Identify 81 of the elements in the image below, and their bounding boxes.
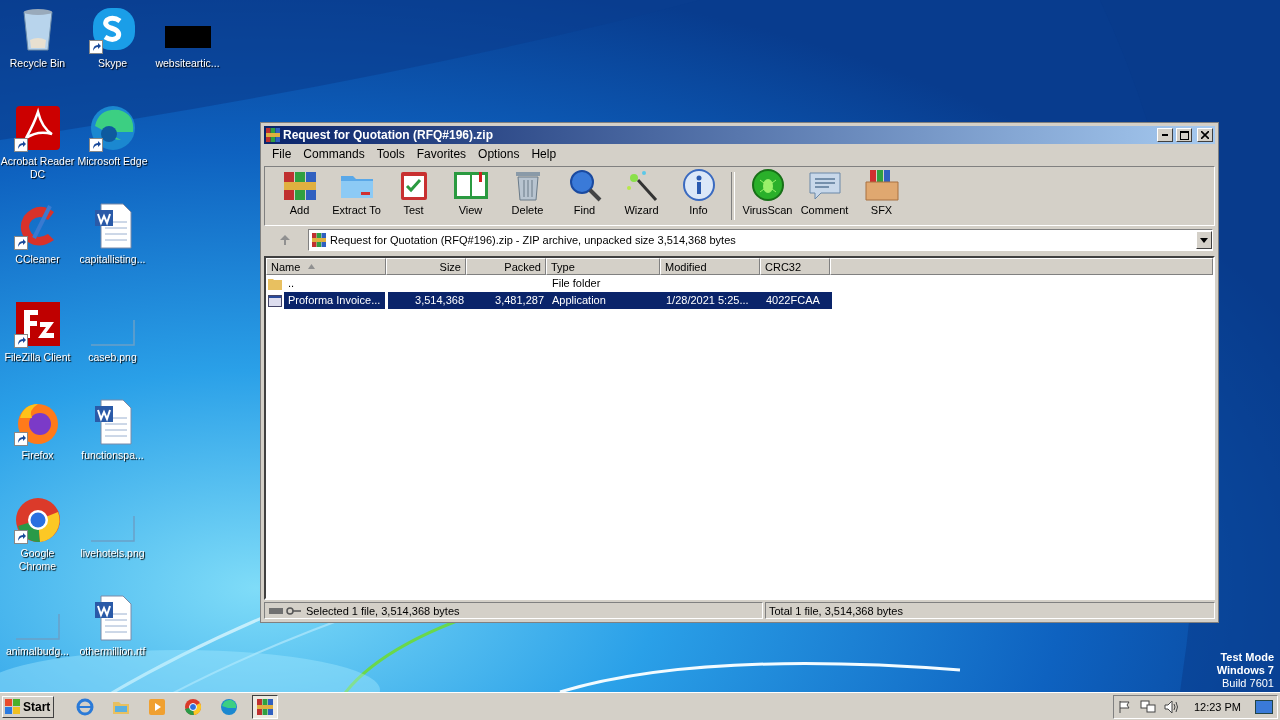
maximize-button[interactable] — [1176, 128, 1192, 142]
toolbar-button[interactable]: Delete — [499, 168, 556, 224]
media-player-icon — [148, 697, 166, 716]
status-text: Total 1 file, 3,514,368 bytes — [769, 604, 903, 617]
drive-key-icon — [268, 605, 302, 616]
os-notice-text: Build 7601 — [1222, 677, 1274, 690]
desktop-icon-label[interactable]: Microsoft Edge — [77, 155, 148, 168]
column-header[interactable]: Name — [266, 258, 386, 275]
file-name-cell[interactable]: Proforma Invoice... — [284, 292, 385, 309]
minimize-button[interactable] — [1157, 128, 1173, 142]
blank-image-icon — [15, 614, 60, 640]
menu-item[interactable]: Tools — [370, 147, 411, 161]
toolbar-button[interactable]: Test — [385, 168, 442, 224]
winrar-icon — [266, 128, 280, 142]
desktop-icon-label[interactable]: CCleaner — [15, 253, 60, 266]
table-cell: Application — [548, 292, 662, 309]
box-icon — [863, 168, 900, 202]
toolbar-button[interactable]: Info — [670, 168, 727, 224]
windows-logo-icon — [5, 698, 21, 715]
bug-icon — [749, 168, 786, 202]
close-button[interactable] — [1197, 128, 1213, 142]
edge-icon — [88, 104, 137, 152]
desktop-icon-label[interactable]: Recycle Bin — [9, 57, 66, 70]
table-cell: 3,514,368 — [388, 292, 468, 309]
minimize-icon — [1162, 134, 1168, 136]
winrar-icon — [312, 233, 326, 247]
toolbar-button[interactable]: Add — [271, 168, 328, 224]
menu-item[interactable]: File — [266, 147, 298, 161]
table-cell-text: File folder — [551, 276, 602, 291]
clock-text[interactable]: 12:23 PM — [1193, 700, 1241, 713]
menu-item[interactable]: Options — [472, 147, 526, 161]
table-cell: 1/28/2021 5:25... — [662, 292, 762, 309]
maximize-icon — [1179, 130, 1189, 140]
toolbar-button[interactable]: View — [442, 168, 499, 224]
column-header[interactable]: Type — [546, 258, 660, 275]
show-desktop-icon[interactable] — [1255, 699, 1273, 714]
toolbar-button[interactable]: VirusScan — [739, 168, 796, 224]
desktop-icon-label[interactable]: capitallisting... — [79, 253, 146, 266]
toolbar-button[interactable]: Comment — [796, 168, 853, 224]
desktop-icon-label[interactable]: Acrobat Reader DC — [0, 155, 75, 181]
window-title: Request for Quotation (RFQ#196).zip — [283, 128, 494, 142]
chrome-icon — [13, 496, 62, 544]
column-header[interactable]: Modified — [660, 258, 760, 275]
caret-icon — [1200, 237, 1208, 243]
winrar-icon — [256, 697, 274, 716]
file-name-cell[interactable]: .. — [284, 275, 385, 292]
chrome-icon — [184, 697, 202, 716]
redacted-thumbnail-icon — [164, 26, 211, 48]
menu-item[interactable]: Favorites — [410, 147, 473, 161]
close-icon — [1201, 131, 1209, 139]
network-icon[interactable] — [1139, 699, 1156, 714]
column-header[interactable]: Size — [386, 258, 466, 275]
status-text: Selected 1 file, 3,514,368 bytes — [306, 604, 460, 617]
blank-image-icon — [90, 516, 135, 542]
edge-icon — [220, 697, 238, 716]
toolbar-button[interactable]: SFX — [853, 168, 910, 224]
internet-explorer-icon — [76, 697, 94, 716]
desktop-icon-label[interactable]: Skype — [97, 57, 128, 70]
dropdown-button[interactable] — [1196, 231, 1212, 249]
blank-image-icon — [90, 320, 135, 346]
info-icon — [680, 168, 717, 202]
column-header[interactable]: Packed — [466, 258, 546, 275]
toolbar-button[interactable]: Extract To — [328, 168, 385, 224]
table-cell: 4022FCAA — [762, 292, 832, 309]
taskbar-app-button[interactable] — [252, 694, 278, 719]
up-arrow-icon — [280, 235, 290, 245]
folder-icon — [268, 277, 282, 290]
toolbar-button[interactable]: Find — [556, 168, 613, 224]
flag-icon[interactable] — [1117, 699, 1132, 714]
menu-item[interactable]: Commands — [297, 147, 371, 161]
toolbar-button[interactable]: Wizard — [613, 168, 670, 224]
column-header[interactable]: CRC32 — [760, 258, 830, 275]
application-icon — [268, 294, 282, 307]
desktop-icon-label[interactable]: websiteartic... — [155, 57, 220, 70]
start-button[interactable]: Start — [2, 695, 54, 718]
os-notice-text: Test Mode — [1220, 651, 1274, 664]
table-cell: 3,481,287 — [468, 292, 548, 309]
speaker-icon[interactable] — [1163, 699, 1180, 714]
address-field[interactable]: Request for Quotation (RFQ#196).zip - ZIP archive, unpacked size 3,514,368 bytes — [308, 229, 1213, 251]
os-notice-text: Windows 7 — [1216, 664, 1274, 677]
menu-item[interactable]: Help — [525, 147, 563, 161]
